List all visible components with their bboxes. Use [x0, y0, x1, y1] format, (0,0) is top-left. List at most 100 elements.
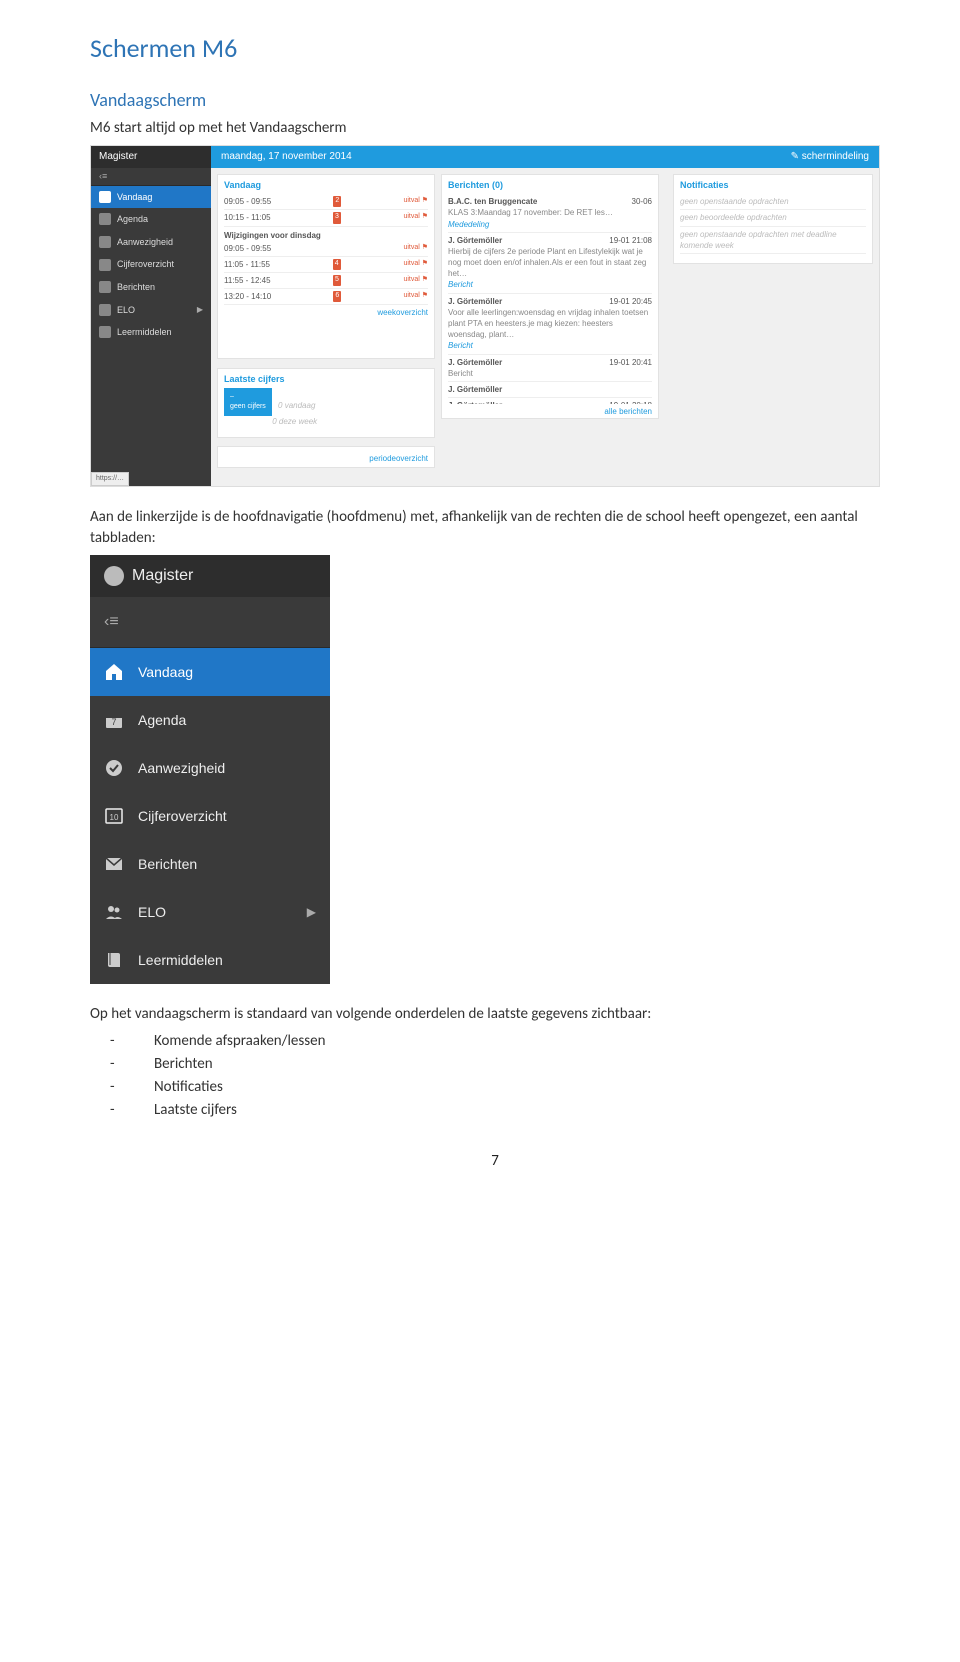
bericht-from: J. Görtemöller: [448, 235, 502, 246]
bericht-from: J. Görtemöller: [448, 384, 502, 395]
sidebar-item-label: Vandaag: [138, 663, 193, 683]
intro-text: M6 start altijd op met het Vandaagscherm: [90, 118, 900, 139]
bericht-kind: Bericht: [448, 340, 652, 351]
collapse-sidebar-button[interactable]: ‹≡: [91, 168, 211, 186]
panel-laatste-cijfers: Laatste cijfers – geen cijfers 0 vandaag…: [217, 368, 435, 438]
list-item: Berichten: [160, 1054, 900, 1075]
sidebar-item-label: Leermiddelen: [138, 951, 223, 971]
chevron-right-icon: ▶: [197, 304, 203, 315]
brand-label: Magister: [99, 151, 137, 162]
bericht-from: B.A.C. ten Bruggencate: [448, 196, 537, 207]
sidebar-item-agenda[interactable]: Agenda: [91, 208, 211, 231]
book-icon: [99, 326, 111, 338]
app-content: Vandaag 09:05 - 09:552uitval ⚑10:15 - 11…: [211, 168, 879, 486]
uitval-tag: uitval ⚑: [403, 291, 428, 302]
sidebar-item-label: Vandaag: [117, 191, 152, 204]
list-item: Laatste cijfers: [160, 1100, 900, 1121]
panel-berichten-title: Berichten (0): [448, 179, 652, 192]
uitval-tag: uitval ⚑: [403, 212, 428, 223]
bericht-from: J. Görtemöller: [448, 400, 502, 404]
bericht-row[interactable]: J. Görtemöller19-01 20:41Bericht: [448, 355, 652, 382]
periodeoverzicht-link[interactable]: periodeoverzicht: [224, 451, 428, 464]
sidebar-item-cijferoverzicht[interactable]: Cijferoverzicht: [91, 253, 211, 276]
sidebar-item-aanwezigheid[interactable]: Aanwezigheid: [91, 231, 211, 254]
nav-brand-label: Magister: [132, 565, 193, 587]
les-row[interactable]: 11:55 - 12:455uitval ⚑: [224, 273, 428, 289]
schermindeling-label: schermindeling: [802, 151, 869, 162]
bericht-time: 19-01 20:41: [609, 357, 652, 368]
cijfers-badge-bottom: geen cijfers: [230, 403, 266, 410]
les-row[interactable]: 09:05 - 09:55uitval ⚑: [224, 241, 428, 257]
bericht-row[interactable]: B.A.C. ten Bruggencate30-06KLAS 3:Maanda…: [448, 194, 652, 233]
les-row[interactable]: 09:05 - 09:55 2 uitval ⚑: [224, 194, 428, 210]
home-icon: [104, 662, 124, 682]
onderdelen-list: Komende afspraaken/lessen Berichten Noti…: [160, 1031, 900, 1121]
les-row[interactable]: 11:05 - 11:554uitval ⚑: [224, 257, 428, 273]
app-logo: Magister: [91, 146, 211, 168]
wijzigingen-label: Wijzigingen voor dinsdag: [224, 230, 428, 241]
users-icon: [104, 902, 124, 922]
collapse-sidebar-button[interactable]: ‹≡: [90, 597, 330, 648]
panel-cijfers-title: Laatste cijfers: [224, 373, 428, 386]
uitval-tag: uitval ⚑: [403, 275, 428, 286]
collapse-icon: ‹≡: [104, 613, 119, 630]
bericht-subject: Bericht: [448, 368, 652, 379]
sidebar-item-label: Agenda: [138, 711, 186, 731]
topbar-date: maandag, 17 november 2014: [221, 151, 352, 162]
sidebar-item-label: Aanwezigheid: [138, 759, 225, 779]
book-icon: [104, 950, 124, 970]
screenshot-vandaagscherm: Magister ‹≡ Vandaag AgendaAanwezigheidCij…: [90, 145, 880, 487]
sidebar-item-berichten[interactable]: Berichten: [91, 276, 211, 299]
bericht-from: J. Görtemöller: [448, 296, 502, 307]
les-nummer: 2: [333, 196, 341, 207]
sidebar-item-label: ELO: [138, 903, 166, 923]
sidebar-item-agenda[interactable]: Agenda: [90, 696, 330, 744]
uitval-tag: uitval ⚑: [403, 259, 428, 270]
grid-icon: [104, 806, 124, 826]
sidebar-item-leermiddelen[interactable]: Leermiddelen: [90, 936, 330, 984]
bericht-row[interactable]: J. Görtemöller 19-01 20:45Voor alle leerl…: [448, 294, 652, 355]
bericht-kind: Mededeling: [448, 219, 652, 230]
sidebar-item-berichten[interactable]: Berichten: [90, 840, 330, 888]
mail-icon: [99, 281, 111, 293]
sidebar-item-aanwezigheid[interactable]: Aanwezigheid: [90, 744, 330, 792]
mail-icon: [104, 854, 124, 874]
sidebar-item-leermiddelen[interactable]: Leermiddelen: [91, 321, 211, 344]
cal-icon: [104, 710, 124, 730]
bericht-row[interactable]: J. Görtemöller 19-01 21:08Hierbij de cijf…: [448, 233, 652, 294]
list-item: Komende afspraaken/lessen: [160, 1031, 900, 1052]
cijfers-week: 0 deze week: [272, 417, 317, 426]
bericht-subject: Voor alle leerlingen:woensdag en vrijdag…: [448, 307, 652, 341]
page-number: 7: [90, 1151, 900, 1172]
app-topbar: maandag, 17 november 2014 ✎ schermindeli…: [211, 146, 879, 168]
grid-icon: [99, 259, 111, 271]
bericht-time: 19-01 20:45: [609, 296, 652, 307]
bericht-kind: Bericht: [448, 279, 652, 290]
les-time: 11:05 - 11:55: [224, 259, 270, 270]
schermindeling-button[interactable]: ✎ schermindeling: [791, 150, 869, 164]
sidebar-item-elo[interactable]: ELO▶: [90, 888, 330, 936]
les-row[interactable]: 13:20 - 14:106uitval ⚑: [224, 289, 428, 305]
bericht-time: 19-01 21:08: [609, 235, 652, 246]
sidebar-item-vandaag[interactable]: Vandaag: [90, 648, 330, 696]
sidebar-item-cijferoverzicht[interactable]: Cijferoverzicht: [90, 792, 330, 840]
panel-vandaag: Vandaag 09:05 - 09:552uitval ⚑10:15 - 11…: [217, 174, 435, 359]
uitval-tag: uitval ⚑: [403, 243, 428, 254]
sidebar-item-elo[interactable]: ELO ▶: [91, 299, 211, 322]
sidebar-item-vandaag[interactable]: Vandaag: [91, 186, 211, 209]
bericht-subject: Hierbij de cijfers 2e periode Plant en L…: [448, 246, 652, 280]
alle-berichten-link[interactable]: alle berichten: [448, 404, 652, 417]
bericht-row[interactable]: J. Görtemöller: [448, 382, 652, 398]
les-time: 09:05 - 09:55: [224, 196, 271, 207]
notificatie-row: geen openstaande opdrachten: [680, 194, 866, 210]
bericht-time: 30-06: [632, 196, 652, 207]
panel-notificaties: Notificaties geen openstaande opdrachten…: [673, 174, 873, 264]
sidebar-item-label: ELO: [117, 304, 135, 317]
subsection-title: Vandaagscherm: [90, 88, 900, 113]
uitval-tag: uitval ⚑: [403, 196, 428, 207]
weekoverzicht-link[interactable]: weekoverzicht: [224, 305, 428, 318]
after-fig1-text: Aan de linkerzijde is de hoofdnavigatie …: [90, 507, 900, 549]
section-title: Schermen M6: [90, 30, 900, 66]
after-fig2-text: Op het vandaagscherm is standaard van vo…: [90, 1004, 900, 1025]
les-row[interactable]: 10:15 - 11:053uitval ⚑: [224, 210, 428, 226]
